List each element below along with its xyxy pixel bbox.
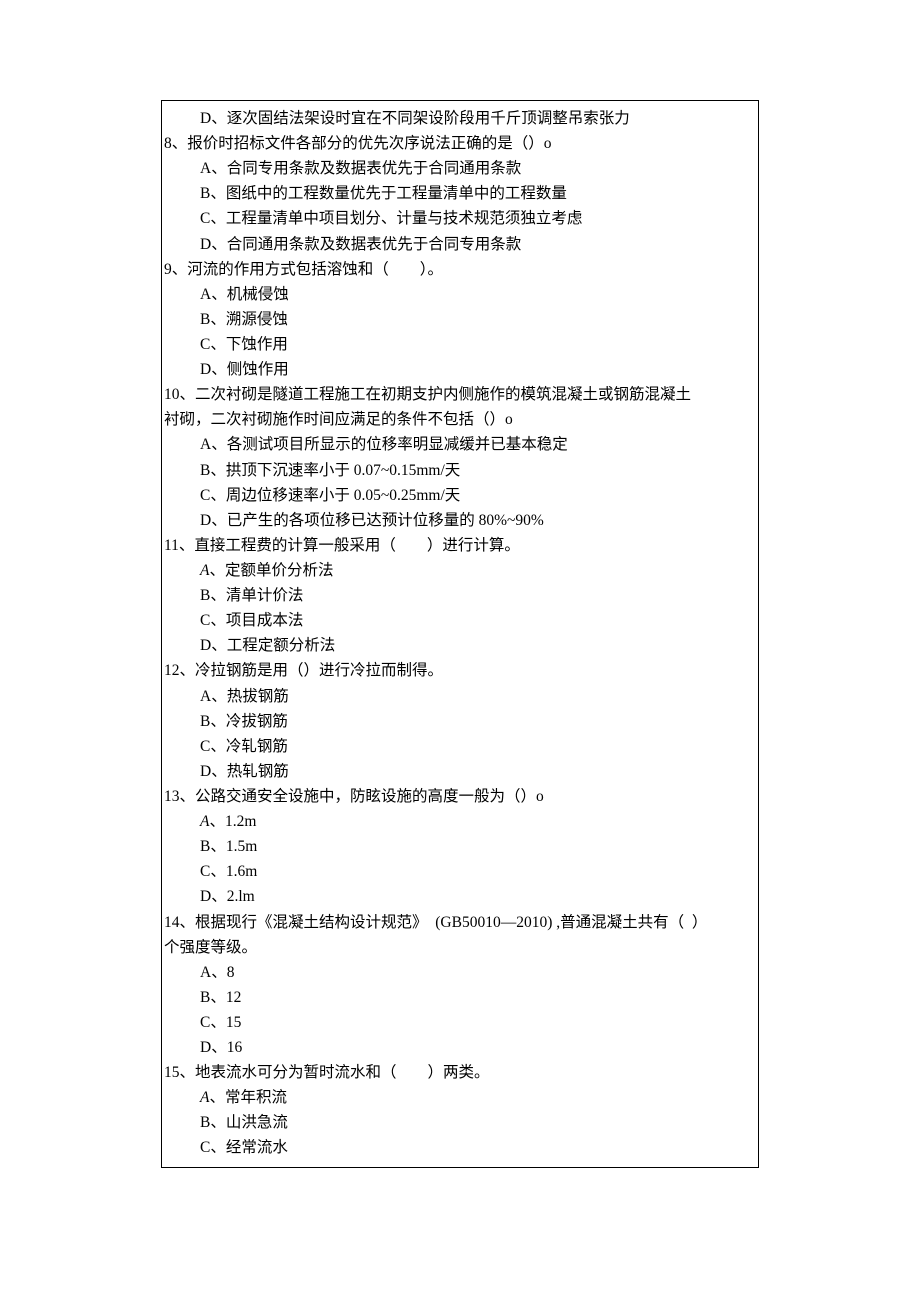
option-line: D、2.lm [162, 884, 758, 909]
question-stem: 14、根据现行《混凝土结构设计规范》 (GB50010—2010) ,普通混凝土… [162, 910, 758, 935]
option-line: D、合同通用条款及数据表优先于合同专用条款 [162, 232, 758, 257]
option-line: D、逐次固结法架设时宜在不同架设阶段用千斤顶调整吊索张力 [162, 106, 758, 131]
option-line: C、项目成本法 [162, 608, 758, 633]
option-line: C、周边位移速率小于 0.05~0.25mm/天 [162, 483, 758, 508]
option-line: A、定额单价分析法 [162, 558, 758, 583]
question-stem: 12、冷拉钢筋是用（）进行冷拉而制得。 [162, 658, 758, 683]
page-content-box: D、逐次固结法架设时宜在不同架设阶段用千斤顶调整吊索张力8、报价时招标文件各部分… [161, 100, 759, 1168]
option-line: D、热轧钢筋 [162, 759, 758, 784]
question-stem: 15、地表流水可分为暂时流水和（ ）两类。 [162, 1060, 758, 1085]
text-line: 衬砌，二次衬砌施作时间应满足的条件不包括（）o [162, 407, 758, 432]
option-line: B、12 [162, 985, 758, 1010]
question-stem: 11、直接工程费的计算一般采用（ ）进行计算。 [162, 533, 758, 558]
option-line: A、1.2m [162, 809, 758, 834]
question-stem: 8、报价时招标文件各部分的优先次序说法正确的是（）o [162, 131, 758, 156]
question-stem: 10、二次衬砌是隧道工程施工在初期支护内侧施作的模筑混凝土或钢筋混凝土 [162, 382, 758, 407]
option-line: B、图纸中的工程数量优先于工程量清单中的工程数量 [162, 181, 758, 206]
option-line: A、机械侵蚀 [162, 282, 758, 307]
option-line: A、热拔钢筋 [162, 684, 758, 709]
question-stem: 9、河流的作用方式包括溶蚀和（ ）。 [162, 257, 758, 282]
option-line: B、清单计价法 [162, 583, 758, 608]
option-line: C、下蚀作用 [162, 332, 758, 357]
option-line: A、8 [162, 960, 758, 985]
option-line: A、常年积流 [162, 1085, 758, 1110]
option-line: C、工程量清单中项目划分、计量与技术规范须独立考虑 [162, 206, 758, 231]
option-line: B、溯源侵蚀 [162, 307, 758, 332]
option-line: C、1.6m [162, 859, 758, 884]
option-line: C、15 [162, 1010, 758, 1035]
option-line: D、已产生的各项位移已达预计位移量的 80%~90% [162, 508, 758, 533]
question-stem: 13、公路交通安全设施中，防眩设施的高度一般为（）o [162, 784, 758, 809]
option-line: D、工程定额分析法 [162, 633, 758, 658]
option-line: B、山洪急流 [162, 1110, 758, 1135]
option-line: B、1.5m [162, 834, 758, 859]
option-line: B、拱顶下沉速率小于 0.07~0.15mm/天 [162, 458, 758, 483]
option-line: A、各测试项目所显示的位移率明显减缓并已基本稳定 [162, 432, 758, 457]
option-line: A、合同专用条款及数据表优先于合同通用条款 [162, 156, 758, 181]
option-line: C、经常流水 [162, 1135, 758, 1160]
text-line: 个强度等级。 [162, 935, 758, 960]
option-line: D、侧蚀作用 [162, 357, 758, 382]
option-line: C、冷轧钢筋 [162, 734, 758, 759]
option-line: B、冷拔钢筋 [162, 709, 758, 734]
option-line: D、16 [162, 1035, 758, 1060]
